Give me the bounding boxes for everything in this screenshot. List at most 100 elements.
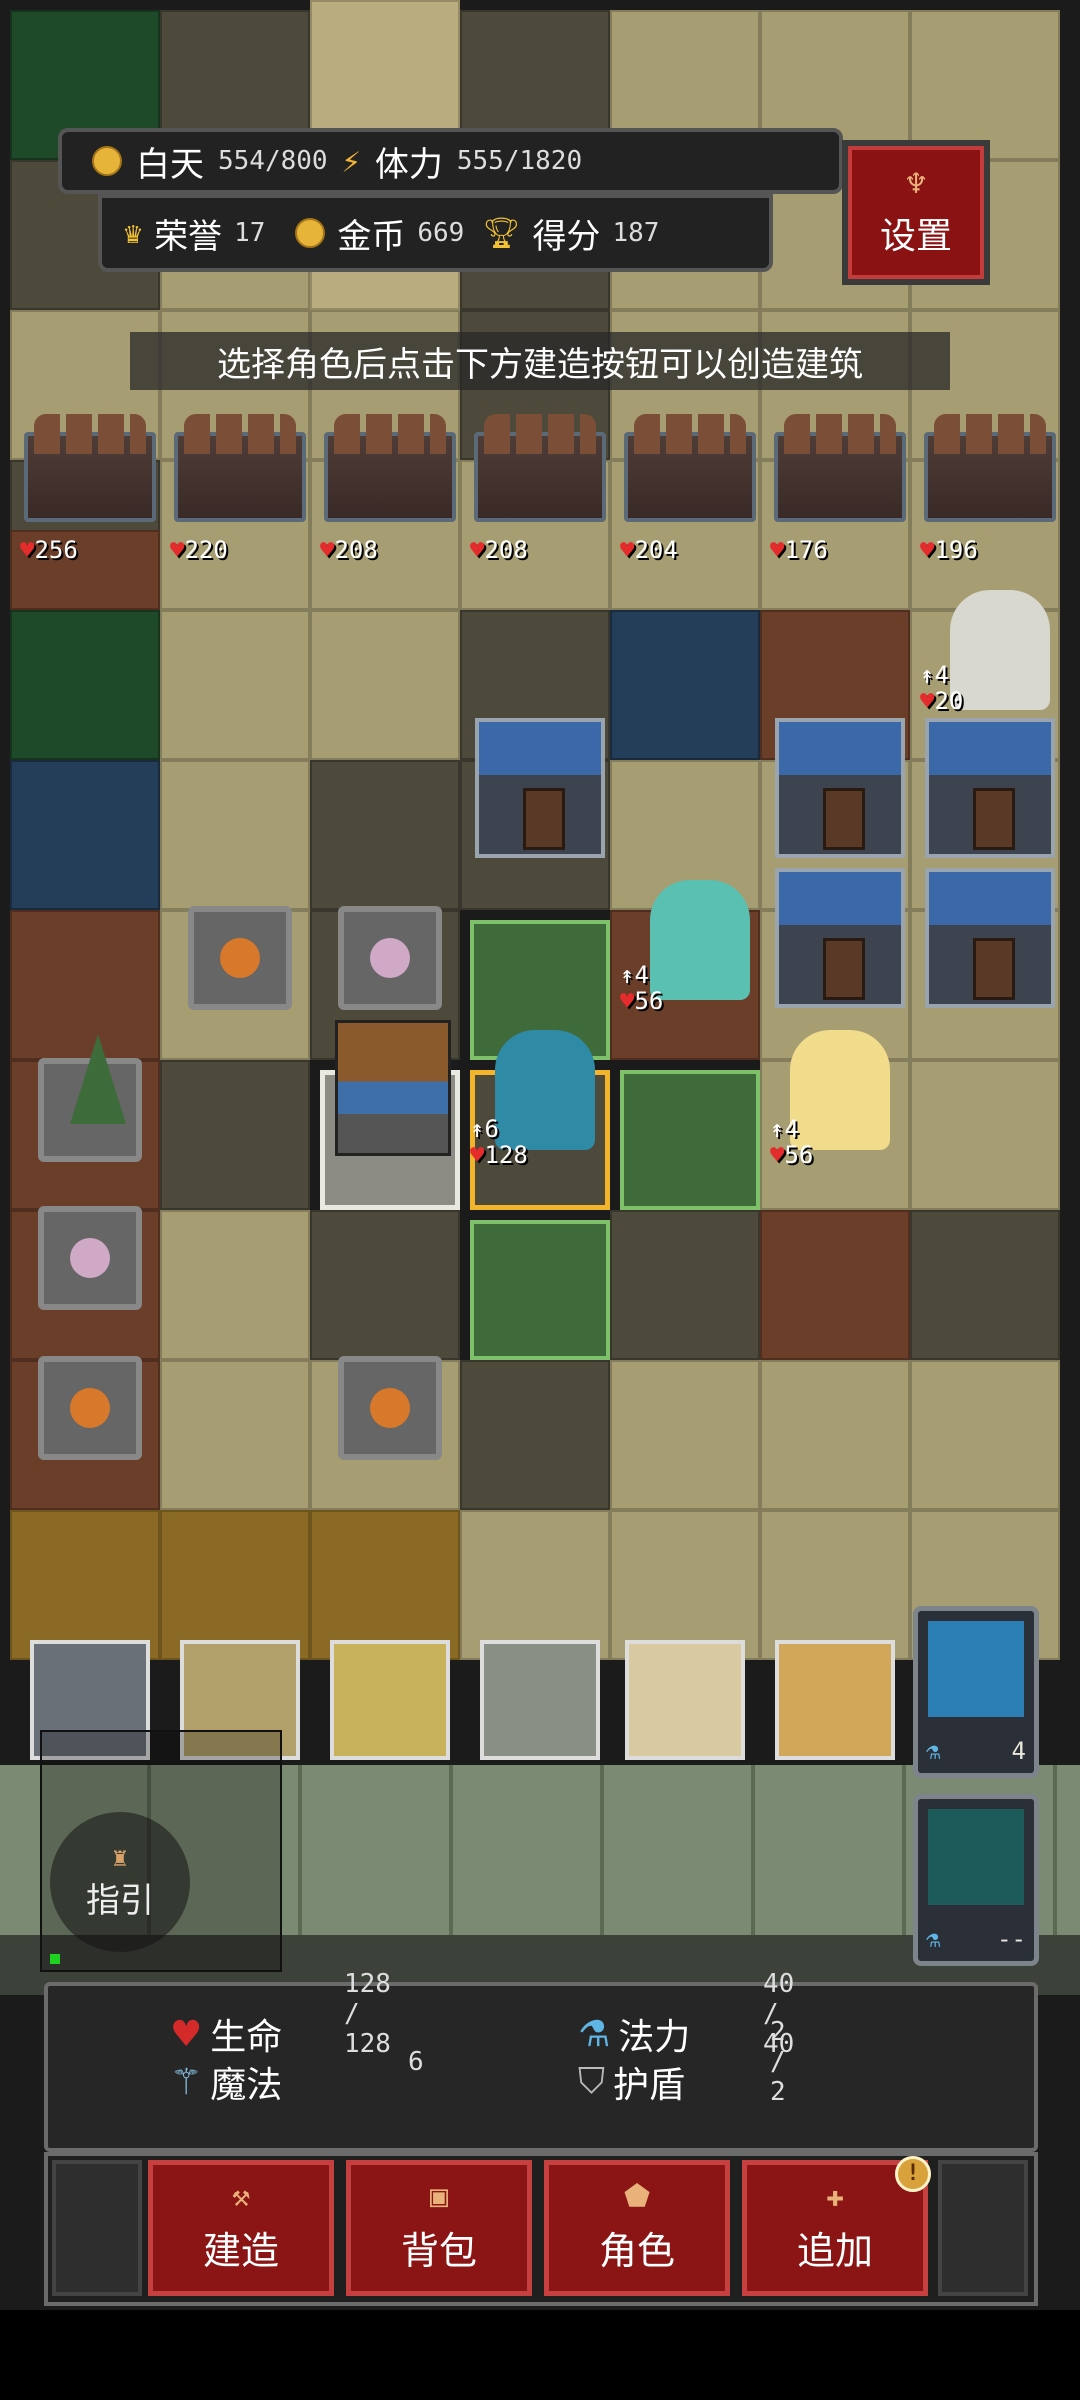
angel-stats: ↟4 ♥56 bbox=[770, 1115, 814, 1169]
map-tile[interactable] bbox=[460, 1360, 610, 1510]
map-tile[interactable] bbox=[760, 1210, 910, 1360]
wall-hp: ♥256 bbox=[20, 536, 78, 564]
teal-girl-unit[interactable] bbox=[650, 880, 750, 1000]
potion-icon: ⚗ bbox=[578, 2013, 611, 2055]
old-sage-unit[interactable] bbox=[950, 590, 1050, 710]
map-tile[interactable] bbox=[160, 1210, 310, 1360]
shield-value: 2 / 2 bbox=[770, 2017, 786, 2107]
map-tile[interactable] bbox=[10, 1510, 160, 1660]
house-building[interactable] bbox=[475, 718, 605, 858]
sword-icon: ↟ bbox=[470, 1115, 485, 1143]
spike-wall[interactable] bbox=[924, 414, 1056, 522]
map-tile[interactable] bbox=[910, 1210, 1060, 1360]
map-tile[interactable] bbox=[910, 10, 1060, 160]
role-button[interactable]: ⬟ 角色 bbox=[544, 2160, 730, 2296]
cup-icon: ♜ bbox=[112, 1842, 128, 1873]
bag-button[interactable]: ▣ 背包 bbox=[346, 2160, 532, 2296]
heart-icon: ♥ bbox=[620, 536, 635, 564]
map-tile[interactable] bbox=[160, 1360, 310, 1510]
turnip-planter[interactable] bbox=[38, 1206, 142, 1310]
spike-wall[interactable] bbox=[774, 414, 906, 522]
trophy-icon: 🏆︎ bbox=[482, 215, 521, 251]
build-option-furnace[interactable] bbox=[330, 1640, 450, 1760]
map-tile[interactable] bbox=[310, 1510, 460, 1660]
hero-stats: ↟6 ♥128 bbox=[470, 1115, 528, 1169]
map-tile[interactable] bbox=[760, 1510, 910, 1660]
build-option-house[interactable] bbox=[625, 1640, 745, 1760]
house-building[interactable] bbox=[925, 718, 1055, 858]
gold-coin-icon bbox=[295, 218, 326, 248]
right-empty-slot bbox=[938, 2160, 1028, 2296]
alert-badge: ! bbox=[895, 2156, 931, 2192]
pumpkin-planter[interactable] bbox=[338, 1356, 442, 1460]
lightning-cost: 4 bbox=[1011, 1737, 1026, 1765]
gold-value: 669 bbox=[417, 218, 465, 248]
magic-value: 6 bbox=[408, 2047, 424, 2077]
hammer-icon: ⚒ bbox=[231, 2178, 251, 2214]
life-value: 128 / 128 bbox=[344, 1969, 391, 2059]
build-option-anvil[interactable] bbox=[480, 1640, 600, 1760]
house-building[interactable] bbox=[925, 868, 1055, 1008]
spike-wall[interactable] bbox=[324, 414, 456, 522]
sun-icon bbox=[92, 146, 122, 176]
spike-wall[interactable] bbox=[24, 414, 156, 522]
shield-icon: ⛉ bbox=[578, 2061, 606, 2102]
spike-wall[interactable] bbox=[474, 414, 606, 522]
lightning-skill-card[interactable]: ⚗ 4 bbox=[913, 1606, 1039, 1778]
shield-skill-card[interactable]: ⚗ -- bbox=[913, 1794, 1039, 1966]
workshop-building[interactable] bbox=[335, 1020, 451, 1156]
heart-icon: ♥ bbox=[470, 536, 485, 564]
potion-icon: ⚗ bbox=[926, 1737, 941, 1765]
map-tile[interactable] bbox=[610, 610, 760, 760]
gold-label: 金币 bbox=[337, 216, 406, 257]
hint-banner: 选择角色后点击下方建造按钮可以创造建筑 bbox=[130, 332, 950, 390]
magic-label: 魔法 bbox=[210, 2065, 283, 2106]
house-building[interactable] bbox=[775, 868, 905, 1008]
buildable-tile[interactable] bbox=[620, 1070, 760, 1210]
pumpkin-planter[interactable] bbox=[188, 906, 292, 1010]
turnip-planter[interactable] bbox=[338, 906, 442, 1010]
stamina-max: 1820 bbox=[519, 146, 583, 176]
spike-wall[interactable] bbox=[174, 414, 306, 522]
map-tile[interactable] bbox=[310, 1210, 460, 1360]
map-tile[interactable] bbox=[310, 760, 460, 910]
tree-planter[interactable] bbox=[38, 1034, 142, 1162]
wall-hp: ♥204 bbox=[620, 536, 678, 564]
buildable-tile[interactable] bbox=[470, 1220, 610, 1360]
map-tile[interactable] bbox=[10, 610, 160, 760]
map-tile[interactable] bbox=[610, 1360, 760, 1510]
map-tile[interactable] bbox=[610, 1510, 760, 1660]
potion-icon: ⚗ bbox=[926, 1925, 941, 1953]
heart-icon: ♥ bbox=[770, 536, 785, 564]
resource-bar-top: 白天 554/800 ⚡ 体力 555/1820 bbox=[58, 128, 843, 194]
guide-label: 指引 bbox=[86, 1880, 154, 1921]
pumpkin-planter[interactable] bbox=[38, 1356, 142, 1460]
bag-label: 背包 bbox=[400, 2228, 477, 2273]
left-empty-slot bbox=[52, 2160, 142, 2296]
house-building[interactable] bbox=[775, 718, 905, 858]
settings-button[interactable]: ♆ 设置 bbox=[842, 140, 990, 285]
guide-button[interactable]: ♜ 指引 bbox=[50, 1812, 190, 1952]
sword-icon: ↟ bbox=[620, 961, 635, 989]
map-tile[interactable] bbox=[460, 1510, 610, 1660]
map-tile[interactable] bbox=[910, 1060, 1060, 1210]
bag-icon: ▣ bbox=[429, 2178, 449, 2214]
map-tile[interactable] bbox=[310, 610, 460, 760]
map-tile[interactable] bbox=[160, 760, 310, 910]
add-label: 追加 bbox=[796, 2228, 873, 2273]
day-label: 白天 bbox=[136, 144, 204, 185]
spike-wall[interactable] bbox=[624, 414, 756, 522]
map-tile[interactable] bbox=[610, 1210, 760, 1360]
map-tile[interactable] bbox=[10, 760, 160, 910]
stats-panel: ♥ 生命 128 / 128 ⚗ 法力 40 / 40 ⚚ 魔法 6 ⛉ 护盾 … bbox=[44, 1969, 1038, 2152]
shield-label: 护盾 bbox=[613, 2065, 686, 2106]
map-tile[interactable] bbox=[160, 1510, 310, 1660]
map-tile[interactable] bbox=[160, 610, 310, 760]
heart-icon: ♥ bbox=[770, 1141, 785, 1169]
map-tile[interactable] bbox=[910, 1360, 1060, 1510]
build-option-barn[interactable] bbox=[775, 1640, 895, 1760]
build-button[interactable]: ⚒ 建造 bbox=[148, 2160, 334, 2296]
map-tile[interactable] bbox=[160, 1060, 310, 1210]
stamina-icon: ⚡ bbox=[341, 142, 361, 180]
map-tile[interactable] bbox=[760, 1360, 910, 1510]
